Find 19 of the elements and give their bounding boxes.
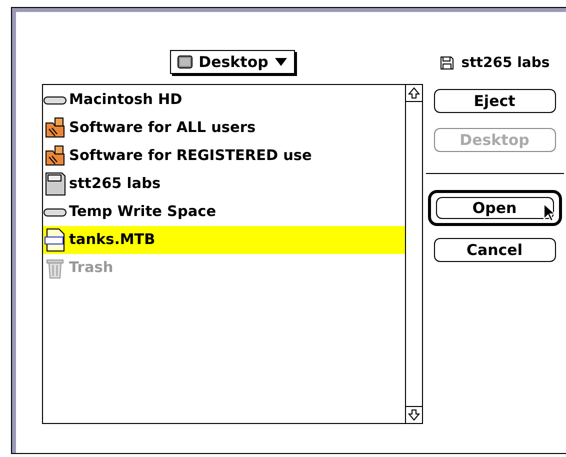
dialog-button[interactable]: Eject <box>434 89 556 113</box>
file-item[interactable]: tanks.MTB <box>43 226 405 254</box>
desktop-icon <box>176 55 193 69</box>
file-item[interactable]: Software for ALL users <box>43 114 405 142</box>
volume-name: stt265 labs <box>461 55 550 71</box>
scroll-up-icon[interactable] <box>406 85 422 102</box>
file-item[interactable]: Software for REGISTERED use <box>43 142 405 170</box>
dropdown-arrow-icon <box>274 57 288 67</box>
open-button[interactable]: Open <box>428 190 562 226</box>
scroll-down-icon[interactable] <box>406 406 422 423</box>
cursor-icon <box>542 203 556 223</box>
file-item[interactable]: stt265 labs <box>43 170 405 198</box>
location-menu[interactable]: Desktop <box>170 50 296 74</box>
scrollbar[interactable] <box>405 85 422 423</box>
file-item[interactable]: Temp Write Space <box>43 198 405 226</box>
file-item[interactable]: Macintosh HD <box>43 86 405 114</box>
shared-folder-icon <box>43 117 67 139</box>
shared-folder-icon <box>43 145 67 167</box>
dialog-button[interactable]: Cancel <box>434 238 556 262</box>
